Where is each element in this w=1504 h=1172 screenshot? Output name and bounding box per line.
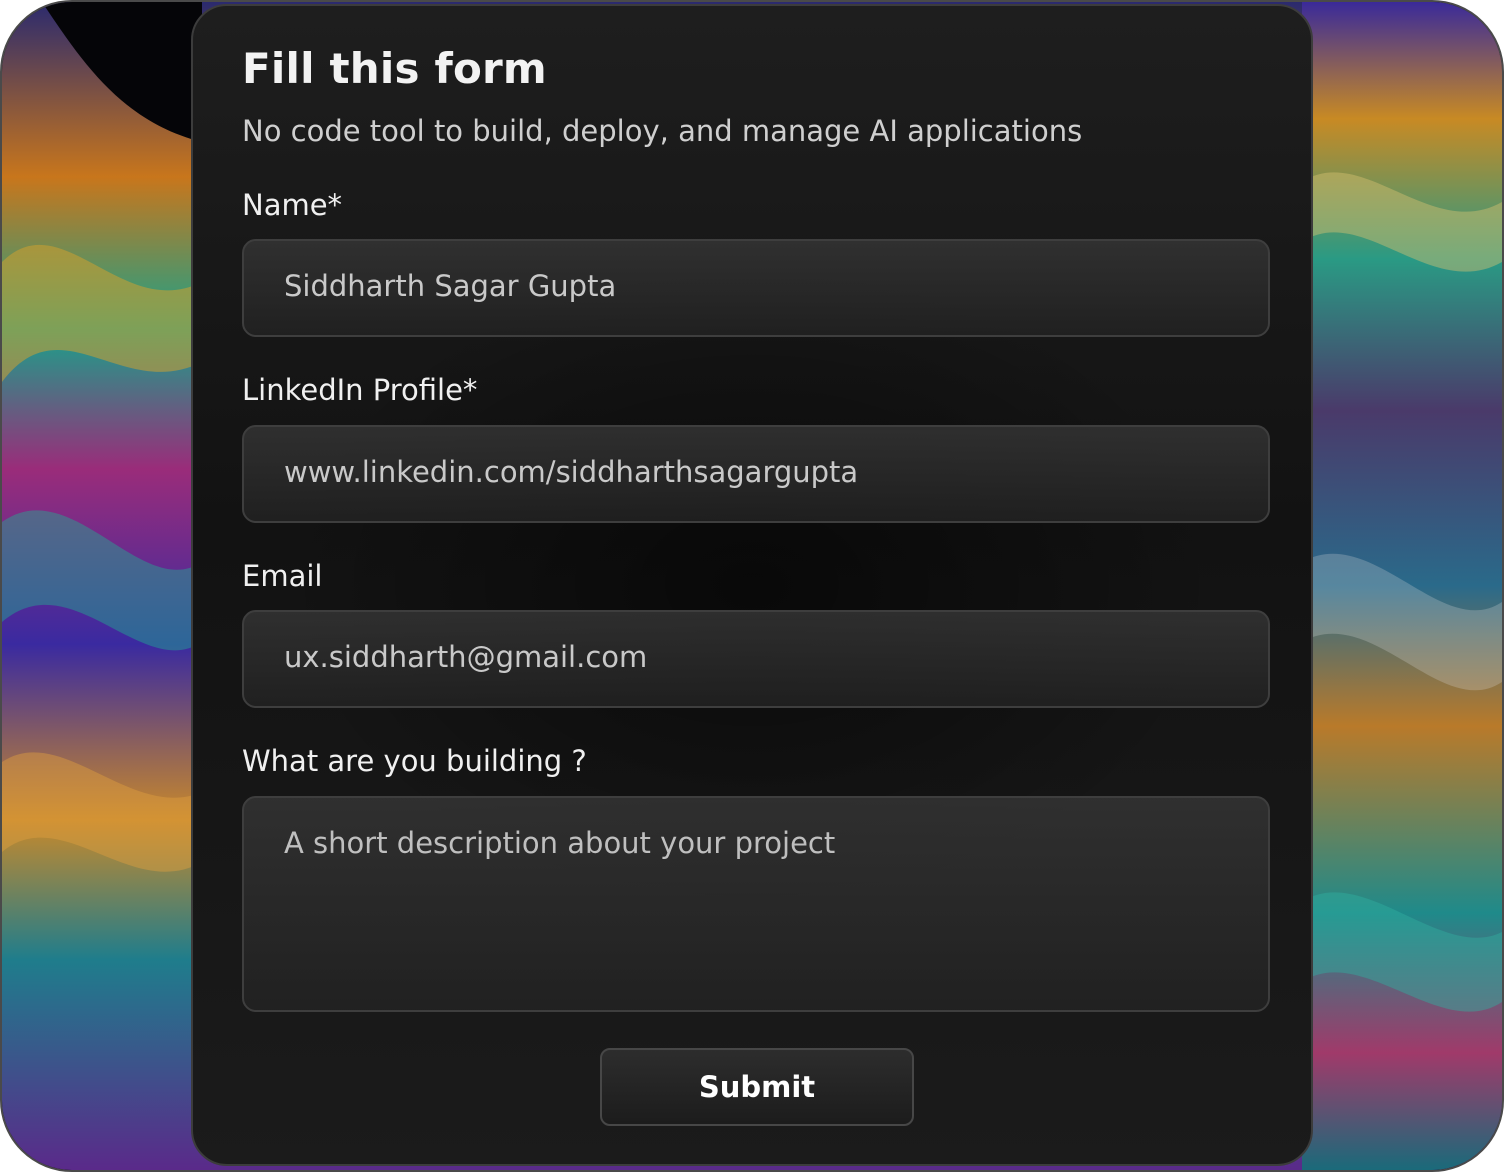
name-label: Name* [242,188,343,222]
submit-button[interactable]: Submit [600,1048,914,1126]
form-subtitle: No code tool to build, deploy, and manag… [242,114,1083,148]
email-field[interactable]: ux.siddharth@gmail.com [242,610,1270,708]
project-label: What are you building ? [242,744,587,778]
form-card: Fill this form No code tool to build, de… [191,4,1313,1166]
email-label: Email [242,559,323,593]
linkedin-field-value: www.linkedin.com/siddharthsagargupta [284,455,859,489]
form-title: Fill this form [242,44,547,93]
name-field-value: Siddharth Sagar Gupta [284,269,617,303]
project-description-textarea[interactable]: A short description about your project [242,796,1270,1012]
linkedin-label: LinkedIn Profile* [242,373,478,407]
project-description-placeholder: A short description about your project [284,826,836,860]
name-field[interactable]: Siddharth Sagar Gupta [242,239,1270,337]
linkedin-field[interactable]: www.linkedin.com/siddharthsagargupta [242,425,1270,523]
window-frame: Fill this form No code tool to build, de… [0,0,1504,1172]
email-field-value: ux.siddharth@gmail.com [284,640,648,674]
